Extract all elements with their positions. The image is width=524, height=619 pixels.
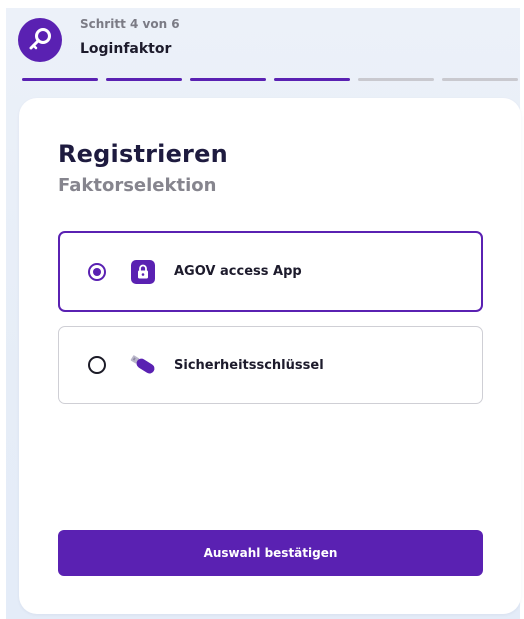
step-counter: Schritt 4 von 6 [80, 17, 180, 31]
option-label: AGOV access App [174, 264, 302, 279]
confirm-selection-button[interactable]: Auswahl bestätigen [58, 530, 483, 576]
option-security-key[interactable]: Sicherheitsschlüssel [58, 326, 483, 404]
progress-segment-2 [106, 78, 182, 81]
key-icon [18, 18, 62, 62]
page-title: Registrieren [58, 140, 228, 168]
registration-card: Registrieren Faktorselektion AGOV access… [19, 98, 521, 614]
step-title: Loginfaktor [80, 41, 172, 57]
step-progress-bar [22, 78, 518, 81]
page-subtitle: Faktorselektion [58, 175, 217, 196]
progress-segment-6 [442, 78, 518, 81]
progress-segment-4 [274, 78, 350, 81]
option-label: Sicherheitsschlüssel [174, 357, 324, 373]
progress-segment-1 [22, 78, 98, 81]
radio-unselected-icon[interactable] [88, 356, 106, 374]
option-agov-access-app[interactable]: AGOV access App [58, 231, 483, 312]
radio-selected-icon[interactable] [88, 262, 106, 281]
step-header: Schritt 4 von 6 Loginfaktor [18, 16, 180, 64]
progress-segment-3 [190, 78, 266, 81]
progress-segment-5 [358, 78, 434, 81]
usb-key-icon [128, 350, 158, 380]
lock-app-icon [128, 257, 158, 287]
